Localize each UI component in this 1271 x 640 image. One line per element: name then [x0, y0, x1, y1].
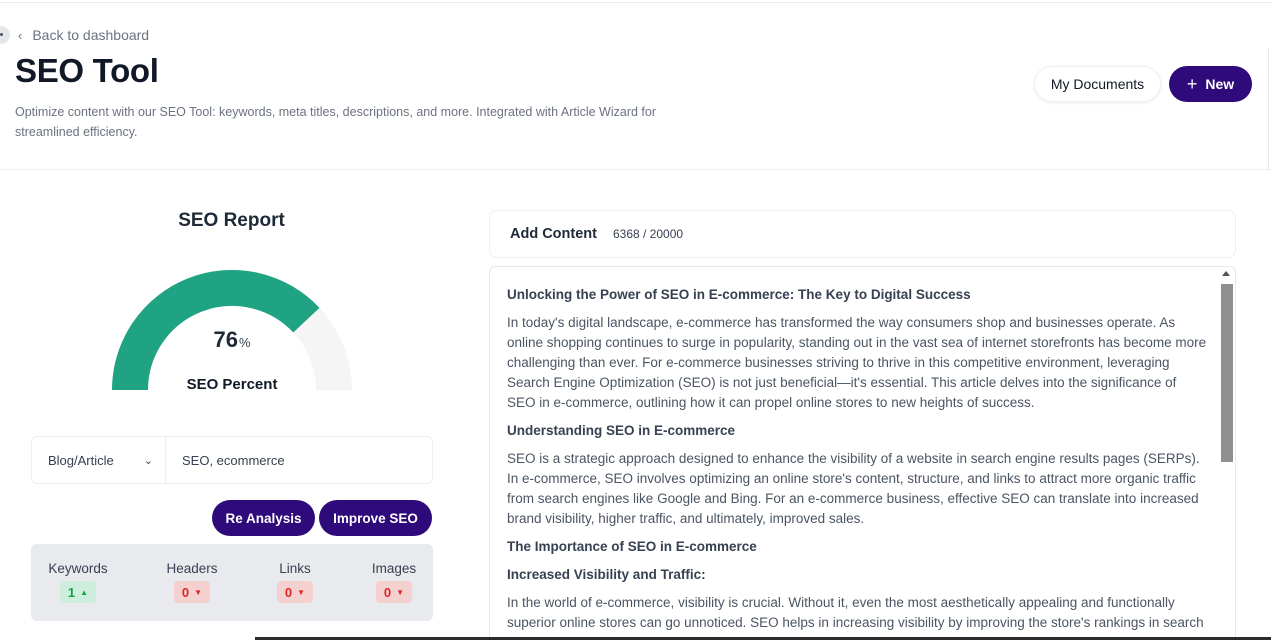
improve-seo-button[interactable]: Improve SEO: [319, 500, 432, 536]
chevron-down-icon: ▼: [297, 587, 306, 597]
content-heading: Unlocking the Power of SEO in E-commerce…: [507, 287, 971, 302]
stat-label: Links: [279, 561, 311, 576]
content-paragraph: In the world of e-commerce, visibility i…: [507, 595, 1204, 640]
stat-label: Headers: [166, 561, 218, 576]
content-paragraph: In today's digital landscape, e-commerce…: [507, 315, 1207, 410]
percent-symbol: %: [238, 335, 251, 350]
page-subtitle: Optimize content with our SEO Tool: keyw…: [15, 105, 657, 139]
stat-value: 0: [284, 584, 293, 600]
re-analysis-button[interactable]: Re Analysis: [212, 500, 315, 536]
new-button-label: New: [1205, 76, 1235, 92]
keywords-input[interactable]: [166, 437, 432, 483]
seo-percent-label: SEO Percent: [186, 376, 278, 393]
stat-headers: Headers 0 ▼: [161, 561, 223, 603]
stat-value: 1: [67, 584, 76, 600]
stat-badge[interactable]: 0 ▼: [376, 581, 412, 603]
my-documents-button[interactable]: My Documents: [1034, 66, 1161, 102]
stat-keywords: Keywords 1 ▲: [45, 561, 111, 603]
stat-value: 0: [383, 584, 392, 600]
editor-text[interactable]: Unlocking the Power of SEO in E-commerce…: [507, 285, 1207, 640]
content-heading: Increased Visibility and Traffic:: [507, 567, 706, 582]
page-title: SEO Tool: [15, 52, 159, 89]
stat-label: Keywords: [48, 561, 108, 576]
stat-label: Images: [371, 561, 417, 576]
stat-links: Links 0 ▼: [269, 561, 321, 603]
add-content-title: Add Content: [510, 226, 597, 242]
seo-percent-value: 76%: [112, 327, 352, 353]
seo-stats-panel: Keywords 1 ▲ Headers 0 ▼ Links 0 ▼ Images 0…: [31, 544, 433, 621]
scroll-edge: [1268, 48, 1269, 170]
scrollbar-thumb[interactable]: [1221, 284, 1233, 462]
chevron-left-icon: ‹: [18, 27, 23, 43]
content-editor[interactable]: Unlocking the Power of SEO in E-commerce…: [489, 266, 1236, 640]
stat-badge[interactable]: 0 ▼: [277, 581, 313, 603]
character-count: 6368 / 20000: [612, 227, 684, 241]
chevron-down-icon: ▼: [396, 587, 405, 597]
content-paragraph: SEO is a strategic approach designed to …: [507, 451, 1200, 526]
stat-value: 0: [181, 584, 190, 600]
plus-icon: +: [1186, 74, 1198, 94]
stat-badge[interactable]: 1 ▲: [60, 581, 96, 603]
content-type-select[interactable]: Blog/Article ⌄: [32, 437, 166, 483]
top-border: [0, 0, 1271, 3]
seo-input-row: Blog/Article ⌄: [31, 436, 433, 484]
back-to-dashboard-link[interactable]: ‹ Back to dashboard: [18, 27, 149, 43]
content-heading: The Importance of SEO in E-commerce: [507, 539, 757, 554]
chevron-down-icon: ⌄: [143, 454, 153, 467]
header-divider: [0, 169, 1271, 170]
content-heading: Understanding SEO in E-commerce: [507, 423, 736, 438]
collapse-handle[interactable]: [0, 26, 10, 44]
seo-report-title: SEO Report: [178, 210, 285, 231]
chevron-up-icon: ▲: [80, 587, 89, 597]
content-type-value: Blog/Article: [48, 452, 114, 468]
chevron-down-icon: ▼: [194, 587, 203, 597]
scroll-up-arrow-icon[interactable]: [1222, 271, 1230, 276]
stat-images: Images 0 ▼: [365, 561, 423, 603]
add-content-header: Add Content 6368 / 20000: [489, 210, 1236, 258]
back-label: Back to dashboard: [32, 27, 150, 43]
new-button[interactable]: + New: [1169, 66, 1252, 102]
stat-badge[interactable]: 0 ▼: [174, 581, 210, 603]
percent-number: 76: [213, 327, 238, 352]
